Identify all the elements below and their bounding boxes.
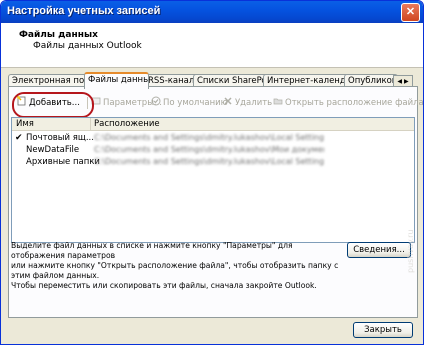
open-file-location-label: Открыть расположение файла... [285,98,424,108]
description-line: или нажмите кнопку "Открыть расположение… [11,261,339,280]
row-name: Архивные папки [26,157,100,167]
tab-data-files[interactable]: Файлы данных [84,72,149,89]
tab-strip: Электронная почта Файлы данных RSS-канал… [8,72,413,89]
description-line: Чтобы переместить или скопировать эти фа… [11,281,317,290]
row-location: C:\Documents and Settings\dmitry.lukasho… [94,145,324,154]
window-close-button[interactable]: ✕ [401,3,420,22]
window-title: Настройка учетных записей [7,5,161,17]
folder-icon [273,96,283,106]
delete-button-label: Удалить [235,98,273,108]
row-location: C:\Documents and Settings\dmitry.lukasho… [94,157,324,166]
description-line: Выделите файл данных в списке и нажмите … [11,241,293,260]
description-text: Выделите файл данных в списке и нажмите … [11,241,341,291]
toolbar: Добавить... Параметры... По умолчанию Уд… [11,92,423,118]
page-subtitle: Файлы данных Outlook [33,41,142,51]
data-files-panel: Добавить... Параметры... По умолчанию Уд… [8,86,423,318]
delete-x-icon [223,96,233,106]
list-row[interactable]: NewDataFile C:\Documents and Settings\dm… [12,144,414,156]
set-default-label: По умолчанию [163,98,228,108]
open-file-location-button[interactable]: Открыть расположение файла... [273,96,424,110]
title-bar[interactable]: Настройка учетных записей ✕ [1,1,423,23]
account-settings-window: Настройка учетных записей ✕ Файлы данных… [0,0,424,345]
row-name: Почтовый ящ... [26,133,94,143]
column-header-name[interactable]: Имя [12,118,91,130]
data-files-list[interactable]: Имя Расположение ✔ Почтовый ящ... C:\Doc… [11,117,415,243]
watermark: pushvay.ru [406,229,415,273]
list-header: Имя Расположение [12,118,414,131]
checkmark-circle-icon [151,96,161,106]
delete-button[interactable]: Удалить [223,96,272,110]
header-area: Файлы данных Файлы данных Outlook [1,23,423,68]
default-check-icon: ✔ [15,133,23,143]
highlight-oval-annotation [12,92,94,118]
list-row[interactable]: Архивные папки C:\Documents and Settings… [12,156,414,168]
page-title: Файлы данных [19,30,98,40]
row-name: NewDataFile [26,145,80,155]
details-button[interactable]: Сведения... [347,242,411,258]
row-location: C:\Documents and Settings\dmitry.lukasho… [94,133,324,142]
list-row[interactable]: ✔ Почтовый ящ... C:\Documents and Settin… [12,132,414,144]
close-button[interactable]: Закрыть [353,322,413,338]
set-default-button[interactable]: По умолчанию [151,96,228,110]
column-header-location[interactable]: Расположение [90,118,160,130]
